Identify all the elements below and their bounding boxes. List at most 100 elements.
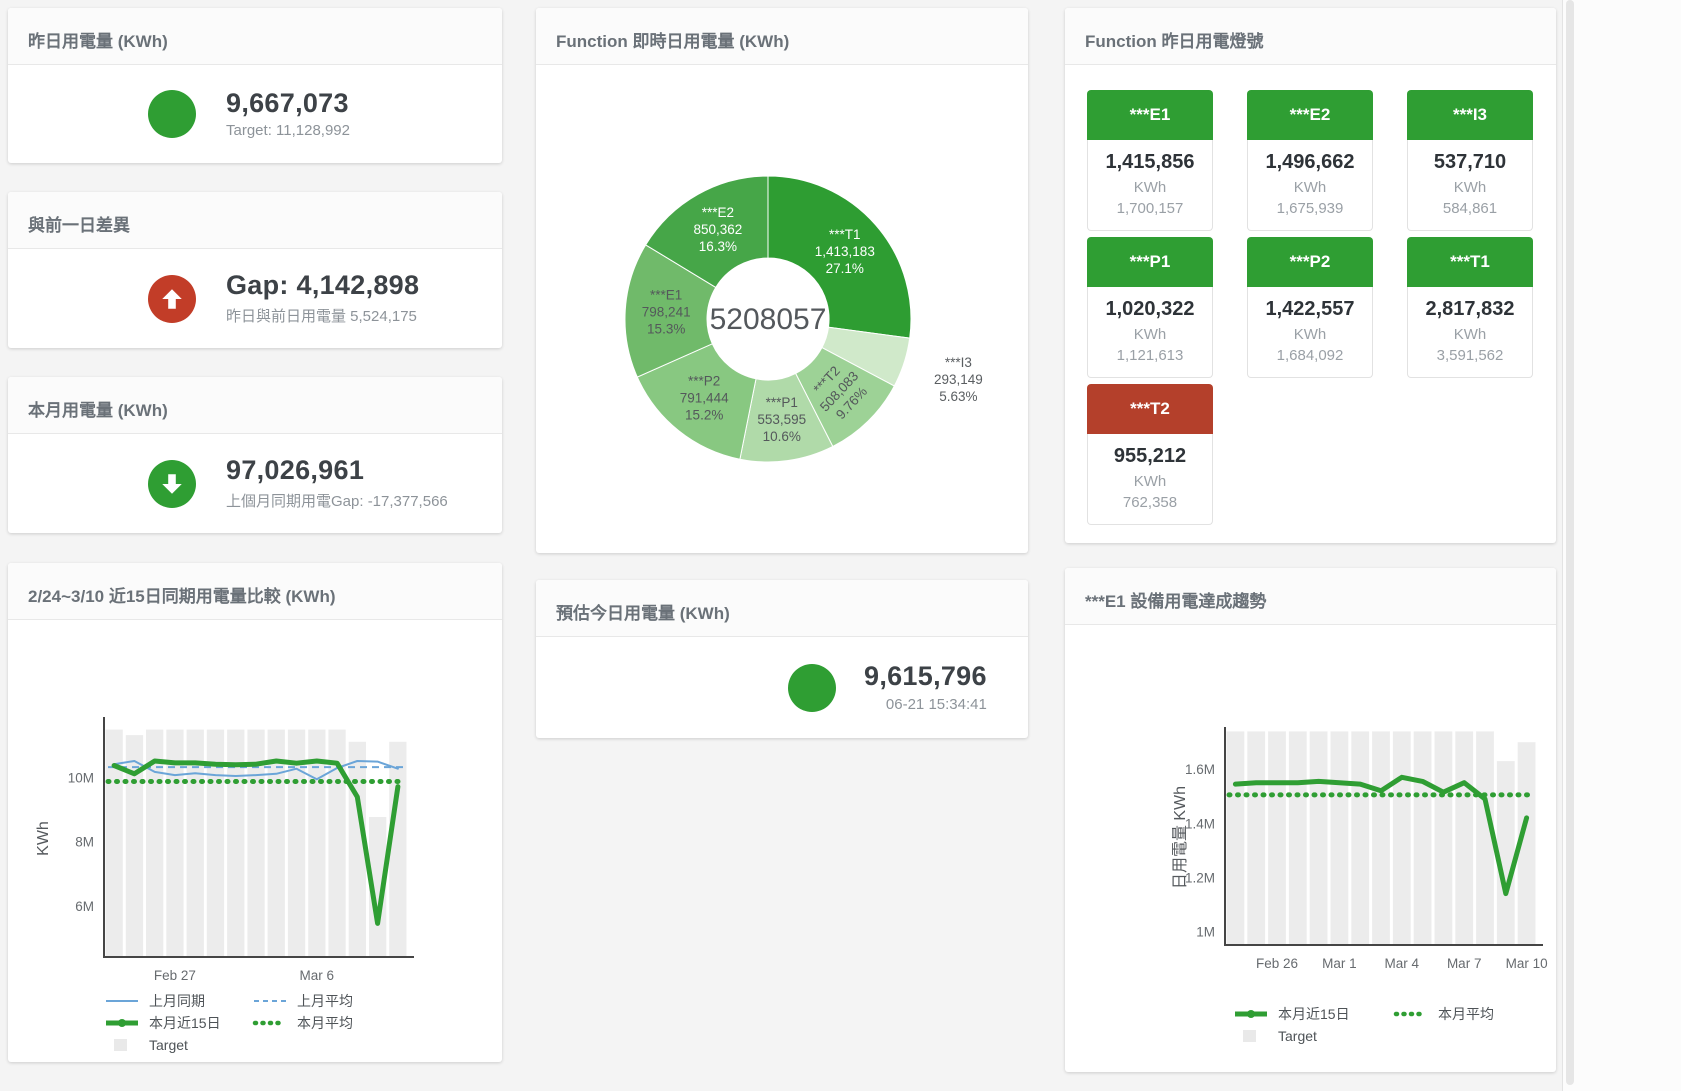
light-tile-unit: KWh: [1090, 179, 1210, 196]
legend-label: 本月近15日: [1278, 1004, 1350, 1024]
light-tile-T2[interactable]: ***T2955,212KWh762,358: [1087, 384, 1213, 525]
light-tile-value: 1,415,856: [1090, 151, 1210, 174]
legend-item-本月平均[interactable]: 本月平均: [1393, 1003, 1553, 1025]
legend-item-上月同期[interactable]: 上月同期: [104, 990, 252, 1012]
trend-chart-legend: 本月近15日 本月平均 Target: [1233, 1003, 1563, 1047]
compare-chart: 6M8M10MKWhFeb 27Mar 6: [8, 620, 494, 988]
light-tile-header: ***E2: [1247, 90, 1373, 140]
target-bar: [1497, 761, 1515, 945]
y-tick-label: 1.4M: [1185, 816, 1215, 831]
day-gap-stat: Gap: 4,142,898 昨日與前日用電量 5,524,175: [8, 249, 502, 348]
card-month-header[interactable]: 本月用電量 (KWh): [8, 377, 502, 434]
card-title: 與前一日差異: [28, 216, 130, 235]
card-realtime-donut: Function 即時日用電量 (KWh) ***T11,413,18327.1…: [536, 8, 1028, 553]
light-tile-body: 1,496,662KWh1,675,939: [1247, 140, 1373, 231]
donut-chart-header[interactable]: Function 即時日用電量 (KWh): [536, 8, 1028, 65]
lights-grid: ***E1 1,415,856 KWh 1,700,157 ***E21,496,662…: [1065, 65, 1556, 525]
stat-value: Gap: 4,142,898: [226, 271, 419, 301]
month-stat: 97,026,961 上個月同期用電Gap: -17,377,566: [8, 434, 502, 533]
stat-value: 9,667,073: [226, 89, 350, 119]
card-yesterday-header[interactable]: 昨日用電量 (KWh): [8, 8, 502, 65]
yesterday-stat: 9,667,073 Target: 11,128,992: [8, 65, 502, 163]
target-bar: [1435, 731, 1453, 945]
y-axis-label: 日用電量 KWh: [1172, 786, 1189, 889]
target-bar: [1289, 731, 1307, 945]
card-title: Function 昨日用電燈號: [1085, 32, 1263, 51]
x-tick-label: Feb 27: [154, 968, 196, 983]
card-title: 昨日用電量 (KWh): [28, 32, 168, 51]
legend-swatch: [1393, 1007, 1429, 1021]
donut-label-I3: ***I3293,1495.63%: [934, 355, 983, 404]
donut-center-total: 5208057: [710, 303, 827, 336]
card-title: 2/24~3/10 近15日同期用電量比較 (KWh): [28, 587, 336, 606]
light-tile-unit: KWh: [1090, 326, 1210, 343]
legend-swatch: [1233, 1007, 1269, 1021]
light-tile-header: ***I3: [1407, 90, 1533, 140]
legend-label: 本月平均: [1438, 1004, 1494, 1024]
target-bar: [1372, 731, 1390, 945]
card-trend-chart: ***E1 設備用電達成趨勢 1M1.2M1.4M1.6M日用電量 KWhFeb…: [1065, 568, 1556, 1072]
light-tile-value: 537,710: [1410, 151, 1530, 174]
light-tile-unit: KWh: [1090, 473, 1210, 490]
light-tile-header: ***T1: [1407, 237, 1533, 287]
y-tick-label: 1.2M: [1185, 870, 1215, 885]
legend-swatch: [252, 1016, 288, 1030]
card-title: 本月用電量 (KWh): [28, 401, 168, 420]
light-tile-body: 2,817,832KWh3,591,562: [1407, 287, 1533, 378]
light-tile-T1[interactable]: ***T12,817,832KWh3,591,562: [1407, 237, 1533, 378]
trend-chart-header[interactable]: ***E1 設備用電達成趨勢: [1065, 568, 1556, 625]
card-yesterday-usage: 昨日用電量 (KWh) 9,667,073 Target: 11,128,992: [8, 8, 502, 163]
stat-subtext: Target: 11,128,992: [226, 122, 350, 139]
light-tile-target: 1,700,157: [1090, 200, 1210, 217]
target-bar: [1268, 731, 1286, 945]
legend-label: 本月平均: [297, 1013, 353, 1033]
light-tile-E2[interactable]: ***E21,496,662KWh1,675,939: [1247, 90, 1373, 231]
scrollbar-track: [1562, 0, 1681, 1091]
lights-header[interactable]: Function 昨日用電燈號: [1065, 8, 1556, 65]
legend-item-本月近15日[interactable]: 本月近15日: [104, 1012, 252, 1034]
light-tile-value: 1,020,322: [1090, 298, 1210, 321]
estimate-header[interactable]: 預估今日用電量 (KWh): [536, 580, 1028, 637]
light-tile-I3[interactable]: ***I3 537,710 KWh 584,861: [1407, 90, 1533, 231]
stat-subtext: 上個月同期用電Gap: -17,377,566: [226, 490, 448, 511]
legend-item-上月平均[interactable]: 上月平均: [252, 990, 400, 1012]
card-day-gap-header[interactable]: 與前一日差異: [8, 192, 502, 249]
scrollbar-thumb[interactable]: [1566, 0, 1574, 1085]
light-tile-body: 537,710 KWh 584,861: [1407, 140, 1533, 231]
light-tile-target: 584,861: [1410, 200, 1530, 217]
donut-chart: ***T11,413,18327.1%***I3293,1495.63%***T…: [536, 65, 1028, 551]
target-bar: [1393, 731, 1411, 945]
y-tick-label: 10M: [68, 771, 94, 786]
target-bar: [1351, 731, 1369, 945]
green-down-arrow-icon: [148, 460, 196, 508]
light-tile-header: ***E1: [1087, 90, 1213, 140]
light-tile-header: ***P2: [1247, 237, 1373, 287]
light-tile-P1[interactable]: ***P1 1,020,322 KWh 1,121,613: [1087, 237, 1213, 378]
light-tile-body: 955,212KWh762,358: [1087, 434, 1213, 525]
compare-chart-legend: 上月同期上月平均本月近15日 本月平均 Target: [104, 990, 404, 1056]
legend-item-本月近15日[interactable]: 本月近15日: [1233, 1003, 1393, 1025]
light-tile-body: 1,415,856 KWh 1,700,157: [1087, 140, 1213, 231]
legend-label: Target: [1278, 1028, 1317, 1044]
x-tick-label: Mar 4: [1385, 956, 1420, 971]
x-tick-label: Feb 26: [1256, 956, 1298, 971]
light-tile-target: 1,121,613: [1090, 347, 1210, 364]
stat-value: 97,026,961: [226, 456, 448, 486]
target-bar: [1414, 731, 1432, 945]
green-status-circle: [148, 90, 196, 138]
light-tile-E1[interactable]: ***E1 1,415,856 KWh 1,700,157: [1087, 90, 1213, 231]
light-tile-header: ***P1: [1087, 237, 1213, 287]
light-tile-unit: KWh: [1410, 179, 1530, 196]
compare-chart-header[interactable]: 2/24~3/10 近15日同期用電量比較 (KWh): [8, 563, 502, 620]
legend-swatch: [252, 994, 288, 1008]
light-tile-target: 1,684,092: [1250, 347, 1370, 364]
y-tick-label: 8M: [75, 835, 94, 850]
legend-item-Target[interactable]: Target: [1233, 1025, 1393, 1047]
card-estimate: 預估今日用電量 (KWh) 9,615,796 06-21 15:34:41: [536, 580, 1028, 738]
legend-item-Target[interactable]: Target: [104, 1034, 252, 1056]
legend-swatch: [1233, 1029, 1269, 1043]
legend-item-本月平均[interactable]: 本月平均: [252, 1012, 400, 1034]
target-bar: [1455, 731, 1473, 945]
x-tick-label: Mar 7: [1447, 956, 1482, 971]
light-tile-P2[interactable]: ***P21,422,557KWh1,684,092: [1247, 237, 1373, 378]
